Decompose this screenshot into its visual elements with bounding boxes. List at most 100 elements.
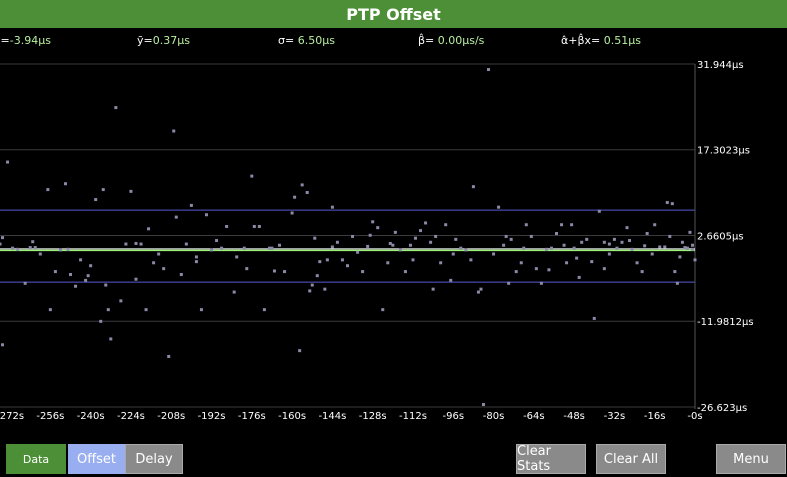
x-tick-label: -192s	[198, 411, 226, 422]
x-tick-label: -144s	[318, 411, 346, 422]
clear-stats-button[interactable]: Clear Stats	[516, 444, 586, 474]
data-point	[129, 189, 133, 193]
offset-button[interactable]: Offset	[68, 444, 125, 474]
data-point	[11, 246, 15, 250]
clear-all-button[interactable]: Clear All	[596, 444, 666, 474]
data-point	[245, 267, 249, 271]
data-point	[134, 241, 138, 245]
data-point	[330, 245, 334, 249]
data-point	[555, 232, 559, 236]
data-point	[620, 240, 624, 244]
data-point	[680, 240, 684, 244]
data-point	[199, 308, 203, 312]
data-point	[290, 211, 294, 215]
x-tick-label: -224s	[117, 411, 145, 422]
data-point	[597, 209, 601, 213]
data-point	[6, 160, 10, 164]
data-point	[479, 287, 483, 291]
data-point	[607, 242, 611, 246]
data-point	[46, 188, 50, 192]
data-point	[522, 246, 526, 250]
data-point	[509, 237, 513, 241]
data-point	[580, 240, 584, 244]
data-point	[184, 242, 188, 246]
data-point	[653, 223, 657, 227]
data-point	[469, 258, 473, 262]
data-point	[94, 198, 98, 202]
y-tick-label: 31.944µs	[697, 60, 744, 71]
data-point	[210, 248, 214, 252]
data-point	[53, 270, 57, 274]
data-point	[560, 223, 564, 227]
data-point	[585, 237, 589, 241]
data-point	[625, 226, 629, 230]
x-tick-label: -240s	[77, 411, 105, 422]
data-point	[278, 243, 282, 247]
x-tick-label: -16s	[644, 411, 666, 422]
data-point	[376, 226, 380, 230]
data-point	[444, 223, 448, 227]
data-point	[492, 252, 496, 256]
data-point	[232, 290, 236, 294]
data-point	[640, 270, 644, 274]
x-tick-label: -48s	[563, 411, 585, 422]
data-point	[330, 205, 334, 209]
data-point	[434, 234, 438, 238]
data-point	[429, 240, 433, 244]
data-point	[678, 255, 682, 259]
data-point	[325, 258, 329, 262]
data-point	[419, 229, 423, 233]
data-point	[570, 223, 574, 227]
data-point	[464, 248, 468, 252]
data-point	[340, 258, 344, 262]
data-point	[454, 237, 458, 241]
data-point	[449, 278, 453, 282]
x-tick-label: -0s	[687, 411, 702, 422]
data-point	[99, 319, 103, 323]
data-point	[250, 174, 254, 178]
data-point	[23, 281, 27, 285]
data-point	[194, 260, 198, 264]
data-point	[471, 185, 475, 189]
y-tick-label: -26.623µs	[697, 403, 747, 414]
data-point	[497, 205, 501, 209]
data-point	[645, 232, 649, 236]
x-tick-label: -128s	[359, 411, 387, 422]
data-point	[134, 277, 138, 281]
data-point	[262, 308, 266, 312]
data-point	[675, 281, 679, 285]
data-point	[663, 245, 667, 249]
data-point	[643, 244, 647, 248]
data-point	[386, 261, 390, 265]
data-point	[167, 354, 171, 358]
data-point	[408, 243, 412, 247]
data-point	[84, 278, 88, 282]
data-point	[235, 255, 239, 259]
data-point	[431, 287, 435, 291]
data-point	[534, 267, 538, 271]
data-point	[514, 270, 518, 274]
data-point	[220, 246, 224, 250]
x-tick-label: -80s	[483, 411, 505, 422]
data-point	[147, 227, 151, 231]
data-point	[524, 223, 528, 227]
menu-button[interactable]: Menu	[716, 444, 786, 474]
data-point	[577, 275, 581, 279]
x-tick-label: -256s	[36, 411, 64, 422]
data-button[interactable]: Data	[6, 444, 66, 474]
data-point	[602, 240, 606, 244]
delay-button[interactable]: Delay	[125, 444, 183, 474]
x-tick-label: -272s	[0, 411, 24, 422]
x-tick-label: -208s	[157, 411, 185, 422]
x-tick-label: -64s	[523, 411, 545, 422]
x-tick-label: -176s	[238, 411, 266, 422]
data-point	[204, 213, 208, 217]
data-point	[144, 308, 148, 312]
data-point	[690, 243, 694, 247]
data-point	[1, 343, 5, 347]
data-point	[507, 281, 511, 285]
data-point	[66, 247, 70, 251]
data-point	[403, 270, 407, 274]
data-point	[544, 247, 548, 251]
data-point	[323, 287, 327, 291]
